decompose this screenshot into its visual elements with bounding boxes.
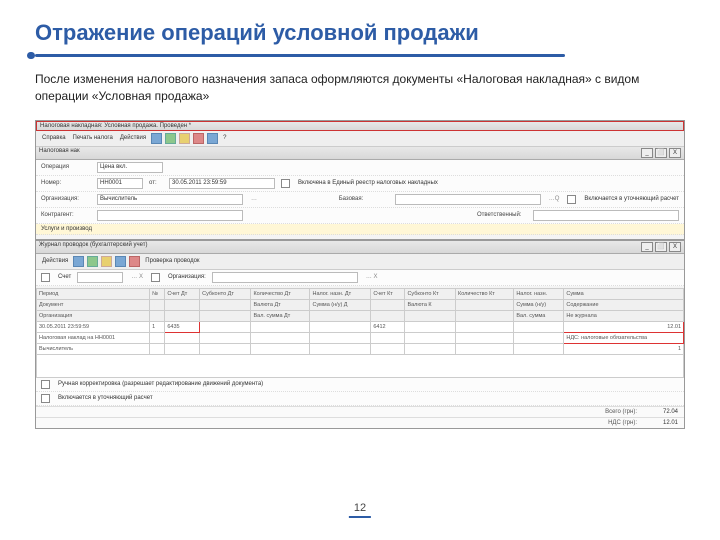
totals-row: НДС (грн): 12.01 — [36, 417, 684, 428]
app-screenshot: Налоговая накладная: Условная продажа. П… — [35, 120, 685, 429]
window-title-1: Налоговая накладная: Условная продажа. П… — [40, 123, 191, 129]
content-cell: НДС: налоговые обязательства — [564, 332, 684, 343]
check-label: Ручная корректировка (разрешает редактир… — [58, 381, 263, 387]
toolbar-icon[interactable] — [73, 256, 84, 267]
table-row: Налоговая наклад на НН0001НДС: налоговые… — [37, 332, 684, 343]
col: Период — [37, 288, 150, 299]
field[interactable] — [395, 194, 541, 205]
menu-item[interactable]: Справка — [40, 135, 68, 141]
label: Ответственный: — [477, 212, 527, 218]
toolbar-icon[interactable] — [115, 256, 126, 267]
checkbox[interactable] — [151, 273, 160, 282]
journal-grid: Период№Счет ДтСубконто ДтКоличество ДтНа… — [36, 288, 684, 378]
subwindow-header: Налоговая нак _ ⬜ X — [36, 147, 684, 160]
toolbar-icon[interactable] — [165, 133, 176, 144]
field[interactable] — [77, 272, 123, 283]
checkbox[interactable] — [41, 380, 50, 389]
vat-label: НДС (грн): — [608, 420, 637, 426]
label: Счет — [58, 274, 71, 280]
window-buttons: _ ⬜ X — [641, 242, 681, 252]
check-label: Включается в уточняющий расчет — [58, 395, 153, 401]
subwindow-2: Журнал проводок (бухгалтерский учет) _ ⬜… — [36, 239, 684, 392]
checkbox[interactable] — [567, 195, 576, 204]
menu-item[interactable]: Печать налога — [71, 135, 115, 141]
number-field[interactable]: НН0001 — [97, 178, 143, 189]
debit-cell: 6435 — [165, 321, 200, 332]
checkbox[interactable] — [41, 394, 50, 403]
grid-header2: ДокументВалюта ДтСумма (н/у) ДВалюта КСу… — [37, 299, 684, 310]
grid-header3: ОрганизацияВал. сумма ДтВал. суммаНе жур… — [37, 310, 684, 321]
org-field[interactable]: Вычислитель — [97, 194, 243, 205]
total-value: 72.04 — [643, 409, 678, 415]
field[interactable] — [533, 210, 679, 221]
totals-row: Всего (грн): 72.04 — [36, 406, 684, 417]
menu-item[interactable]: Действия — [118, 135, 148, 141]
sum-cell: 12.01 — [564, 321, 684, 332]
filter-row: Счет … X Организация: … X — [36, 270, 684, 286]
toolbar-icon[interactable] — [193, 133, 204, 144]
row-update: Включается в уточняющий расчет — [36, 392, 684, 406]
label: от: — [149, 180, 163, 186]
toolbar-icon[interactable] — [151, 133, 162, 144]
window-buttons: _ ⬜ X — [641, 148, 681, 158]
title-underline — [35, 54, 565, 57]
minimize-icon[interactable]: _ — [641, 242, 653, 252]
toolbar-icon[interactable] — [101, 256, 112, 267]
toolbar-icon[interactable] — [179, 133, 190, 144]
description: После изменения налогового назначения за… — [35, 71, 685, 105]
menu-item[interactable]: ? — [221, 135, 228, 141]
toolbar-1: Справка Печать налога Действия ? — [36, 131, 684, 147]
titlebar-2: Журнал проводок (бухгалтерский учет) _ ⬜… — [36, 241, 684, 254]
sub-title: Налоговая нак — [39, 148, 80, 158]
minimize-icon[interactable]: _ — [641, 148, 653, 158]
grid-header: Период№Счет ДтСубконто ДтКоличество ДтНа… — [37, 288, 684, 299]
table-row — [37, 354, 684, 377]
ellipsis-icon[interactable]: … X — [364, 274, 380, 280]
window-title-2: Журнал проводок (бухгалтерский учет) — [39, 242, 148, 252]
checkbox[interactable] — [41, 273, 50, 282]
label: Операция — [41, 164, 91, 170]
toolbar-icon[interactable] — [207, 133, 218, 144]
label: Организация: — [41, 196, 91, 202]
label: Организация: — [168, 274, 206, 280]
toolbar-2: Действия Проверка проводок — [36, 254, 684, 270]
field[interactable]: Ценa вкл. — [97, 162, 163, 173]
row-number: Номер: НН0001 от: 30.05.2011 23:59:59 Вк… — [36, 176, 684, 192]
label: Номер: — [41, 180, 91, 186]
tab-label[interactable]: Услуги и производ — [41, 226, 92, 232]
checkbox[interactable] — [281, 179, 290, 188]
menu-item[interactable]: Действия — [40, 258, 70, 264]
maximize-icon[interactable]: ⬜ — [655, 242, 667, 252]
total-label: Всего (грн): — [605, 409, 637, 415]
table-row: Вычислитель1 — [37, 343, 684, 354]
page-number: 12 — [349, 502, 371, 518]
vat-value: 12.01 — [643, 420, 678, 426]
row-contr: Контрагент: Ответственный: — [36, 208, 684, 224]
ellipsis-icon[interactable]: …Q — [547, 196, 562, 202]
toolbar-icon[interactable] — [87, 256, 98, 267]
field[interactable] — [212, 272, 358, 283]
table-row: 30.05.2011 23:59:5916435641212.01 — [37, 321, 684, 332]
toolbar-icon[interactable] — [129, 256, 140, 267]
page-title: Отражение операций условной продажи — [35, 20, 685, 46]
titlebar-1: Налоговая накладная: Условная продажа. П… — [36, 121, 684, 131]
label: Базовая: — [339, 196, 389, 202]
close-icon[interactable]: X — [669, 242, 681, 252]
row-operation: Операция Ценa вкл. — [36, 160, 684, 176]
maximize-icon[interactable]: ⬜ — [655, 148, 667, 158]
label: Контрагент: — [41, 212, 91, 218]
row-yellow: Услуги и производ — [36, 224, 684, 235]
check-label: Включается в уточняющий расчет — [584, 196, 679, 202]
check-label: Включена в Единый реестр налоговых накла… — [298, 180, 438, 186]
ellipsis-icon[interactable]: … — [249, 196, 259, 202]
close-icon[interactable]: X — [669, 148, 681, 158]
row-hand: Ручная корректировка (разрешает редактир… — [36, 378, 684, 392]
field[interactable] — [97, 210, 243, 221]
date-field[interactable]: 30.05.2011 23:59:59 — [169, 178, 275, 189]
ellipsis-icon[interactable]: … X — [129, 274, 145, 280]
menu-item[interactable]: Проверка проводок — [143, 258, 201, 264]
row-org: Организация: Вычислитель … Базовая: …Q В… — [36, 192, 684, 208]
